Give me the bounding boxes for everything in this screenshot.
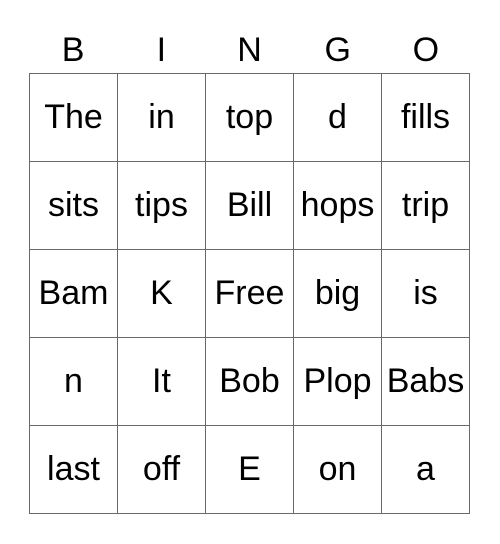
bingo-cell: fills <box>382 74 470 162</box>
bingo-cell: n <box>30 338 118 426</box>
bingo-cell: top <box>206 74 294 162</box>
bingo-cell: tips <box>118 162 206 250</box>
header-letter-g: G <box>324 31 351 69</box>
bingo-cell: The <box>30 74 118 162</box>
header-letter-i: I <box>156 31 167 69</box>
bingo-cell: hops <box>294 162 382 250</box>
bingo-cell: a <box>382 426 470 514</box>
bingo-cell: Babs <box>382 338 470 426</box>
bingo-card-grid: The in top d fills sits tips Bill hops t… <box>29 73 470 514</box>
bingo-cell: Bob <box>206 338 294 426</box>
free-space-cell: Free <box>206 250 294 338</box>
bingo-cell: on <box>294 426 382 514</box>
header-letter-b: B <box>61 31 85 69</box>
bingo-cell: Plop <box>294 338 382 426</box>
bingo-cell: sits <box>30 162 118 250</box>
bingo-cell: Bam <box>30 250 118 338</box>
bingo-cell: Bill <box>206 162 294 250</box>
bingo-header: B I N G O <box>29 28 470 72</box>
bingo-cell: big <box>294 250 382 338</box>
bingo-cell: trip <box>382 162 470 250</box>
bingo-cell: off <box>118 426 206 514</box>
bingo-cell: It <box>118 338 206 426</box>
header-letter-o: O <box>412 31 440 69</box>
bingo-cell: is <box>382 250 470 338</box>
bingo-cell: last <box>30 426 118 514</box>
bingo-cell: in <box>118 74 206 162</box>
header-letter-n: N <box>237 31 262 69</box>
bingo-cell: E <box>206 426 294 514</box>
bingo-cell: d <box>294 74 382 162</box>
bingo-cell: K <box>118 250 206 338</box>
